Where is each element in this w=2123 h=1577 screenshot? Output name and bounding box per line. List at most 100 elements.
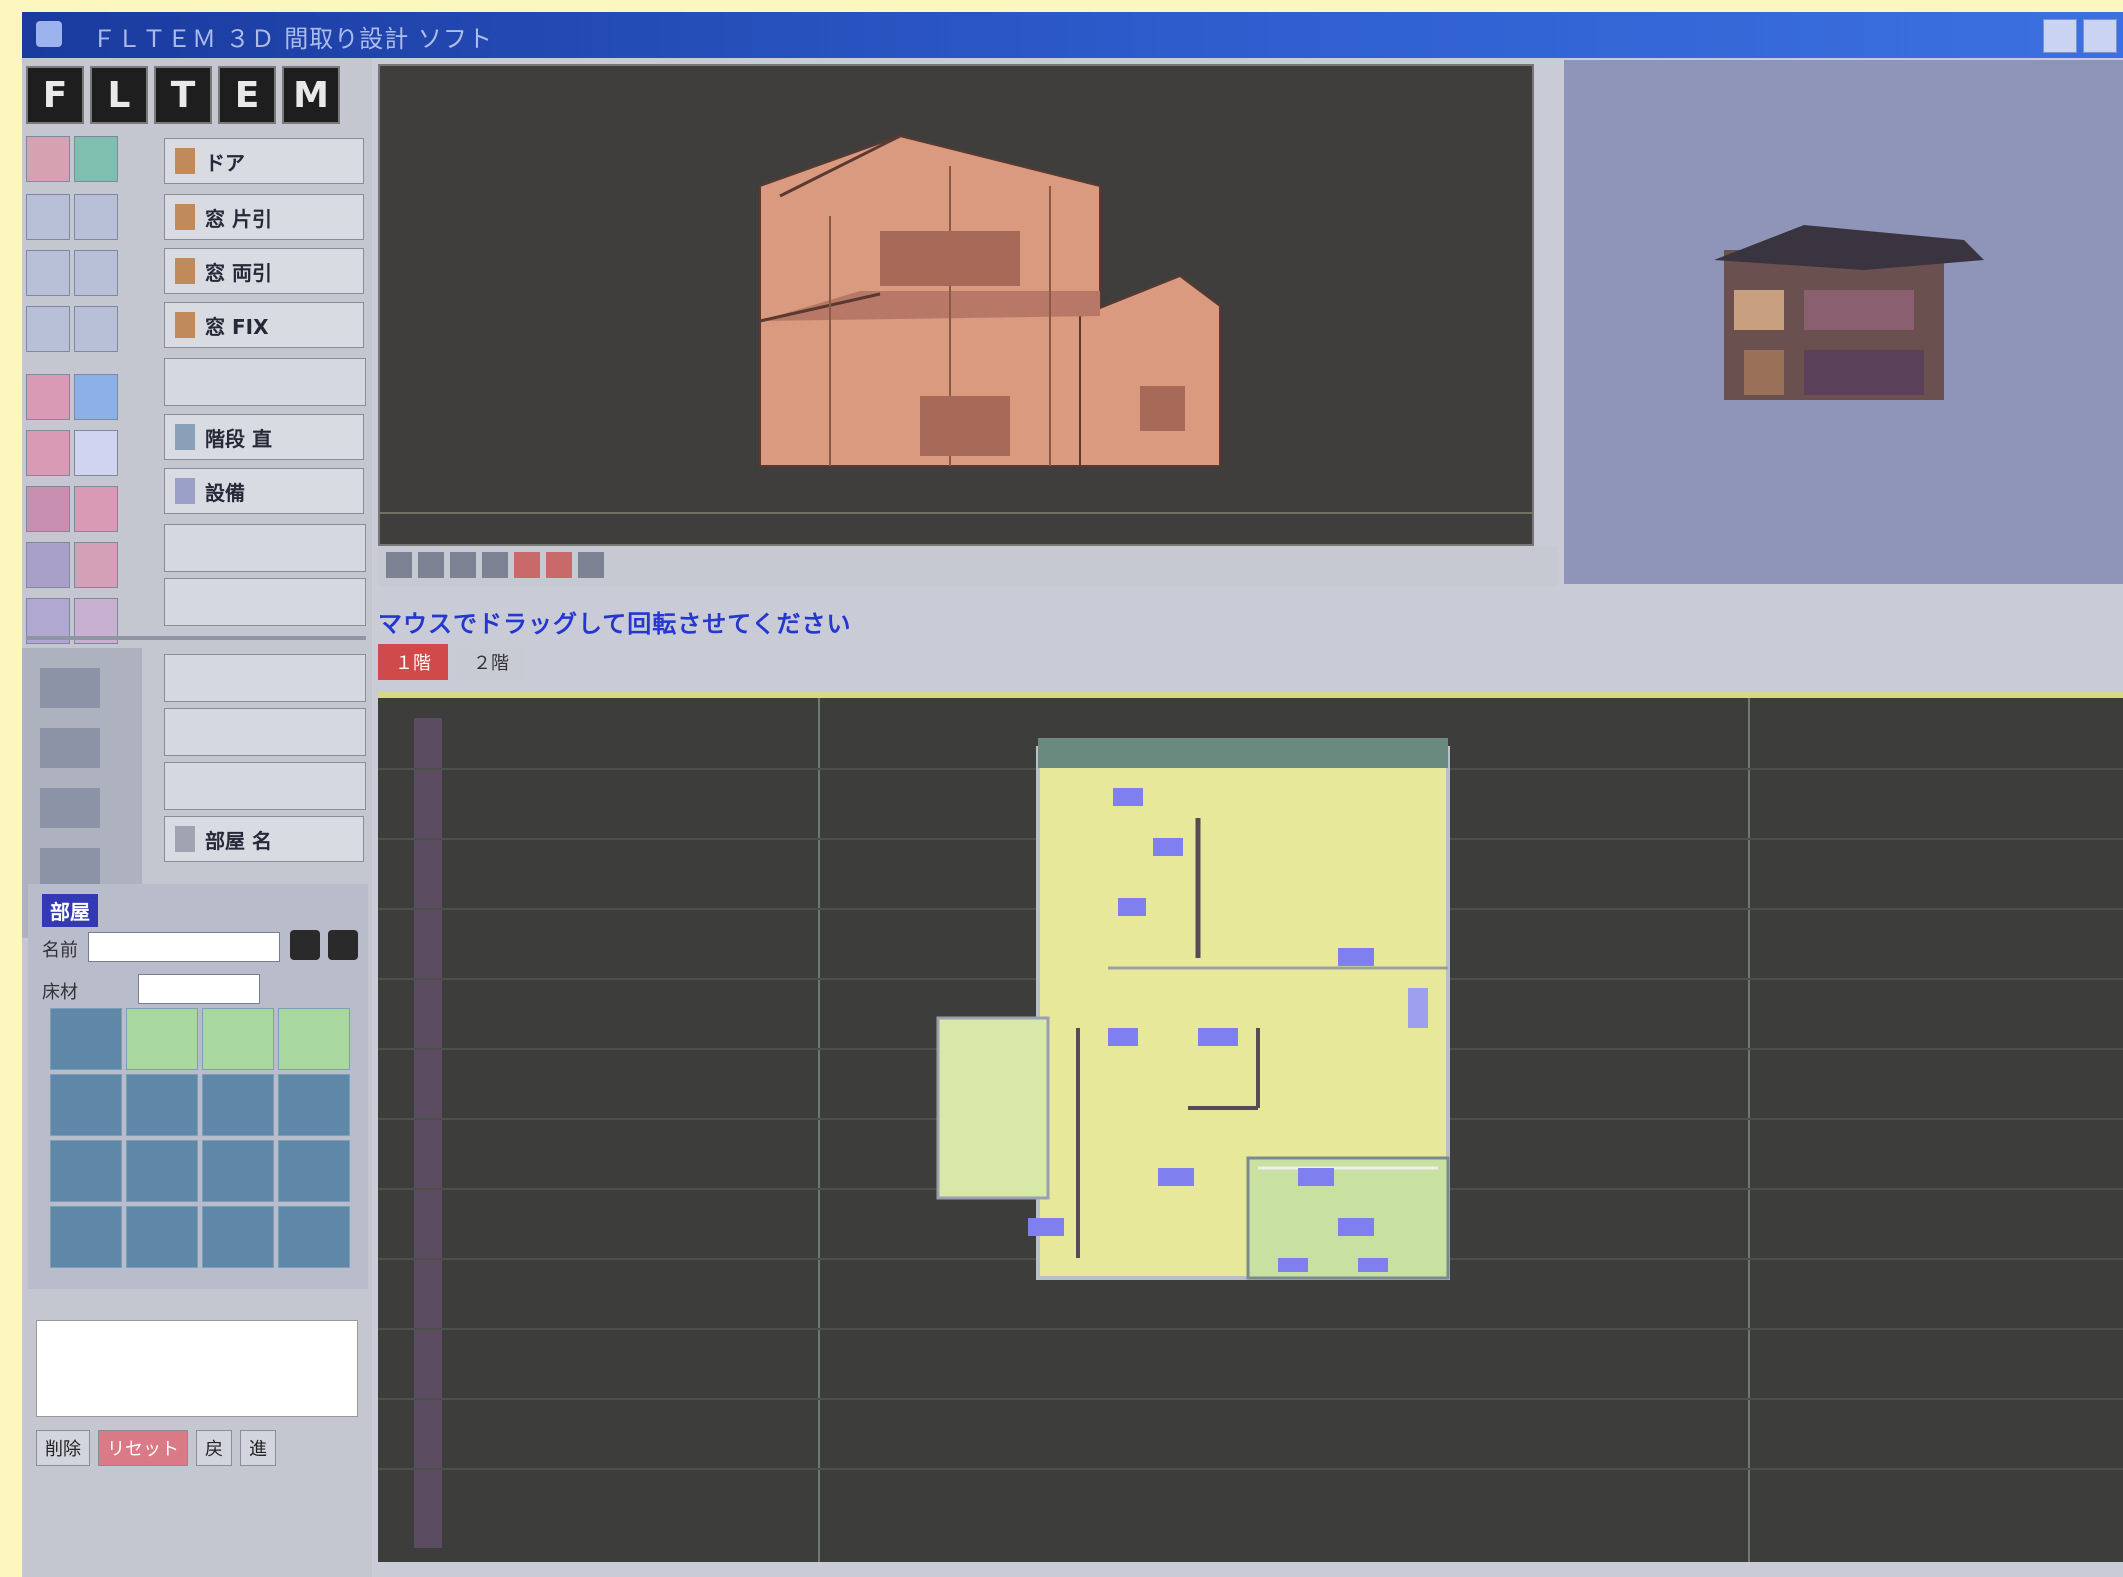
empty-tool-button[interactable] [164, 708, 366, 756]
color-swatch[interactable] [26, 250, 70, 296]
name-input[interactable] [88, 932, 280, 962]
floor-nav-item[interactable] [40, 848, 100, 888]
mode-t-button[interactable]: T [154, 66, 212, 124]
window-double-tool-button[interactable]: 窓 両引 [164, 248, 364, 294]
material-tile[interactable] [278, 1074, 350, 1136]
color-swatch[interactable] [74, 250, 118, 296]
empty-tool-button[interactable] [164, 358, 366, 406]
properties-title: 部屋 [42, 894, 98, 927]
color-swatch[interactable] [26, 430, 70, 476]
equipment-tool-button[interactable]: 設備 [164, 468, 364, 514]
room-name-tool-label: 部屋 名 [205, 828, 272, 853]
floor-tabs: １階 ２階 [378, 644, 526, 680]
undo-button[interactable]: 戻 [196, 1430, 232, 1466]
door-opening [920, 396, 1010, 456]
close-button[interactable] [2083, 19, 2117, 53]
fixture-mark [1158, 1168, 1194, 1186]
name-label: 名前 [42, 940, 78, 961]
floor-nav-item[interactable] [40, 728, 100, 768]
material-tile[interactable] [202, 1008, 274, 1070]
room-name-tool-button[interactable]: 部屋 名 [164, 816, 364, 862]
material-tile[interactable] [126, 1140, 198, 1202]
empty-tool-button[interactable] [164, 524, 366, 572]
material-tile[interactable] [202, 1206, 274, 1268]
color-swatch[interactable] [26, 542, 70, 588]
floor-plan-viewport[interactable] [378, 692, 2123, 1562]
empty-tool-button[interactable] [164, 654, 366, 702]
material-tile[interactable] [202, 1074, 274, 1136]
mode-e-button[interactable]: E [218, 66, 276, 124]
material-tile[interactable] [126, 1008, 198, 1070]
view-tool-button[interactable] [418, 552, 444, 578]
divider [26, 636, 366, 640]
fixture-mark [1278, 1258, 1308, 1272]
material-tile[interactable] [278, 1140, 350, 1202]
color-swatch[interactable] [74, 194, 118, 240]
fixture-mark [1408, 988, 1428, 1028]
color-swatch[interactable] [26, 374, 70, 420]
tab-floor-2[interactable]: ２階 [456, 644, 526, 680]
window-opening [1140, 386, 1185, 431]
color-swatch[interactable] [26, 136, 70, 182]
view-toolbar [378, 546, 1558, 586]
tool-panel: F L T E M ドア 窓 片引 窓 両引 窓 FIX 階段 直 設備 部屋 … [22, 58, 372, 1577]
floor-material-input[interactable] [138, 974, 260, 1004]
window-icon [175, 258, 195, 284]
window-sliding-tool-button[interactable]: 窓 片引 [164, 194, 364, 240]
reset-button[interactable]: リセット [98, 1430, 188, 1466]
app-window: ＦＬＴＥＭ ３Ｄ 間取り設計 ソフト F L T E M ドア 窓 片引 窓 両… [22, 12, 2123, 1577]
color-swatch[interactable] [74, 542, 118, 588]
window-fix-tool-label: 窓 FIX [205, 314, 269, 339]
material-tile[interactable] [50, 1140, 122, 1202]
color-swatch[interactable] [26, 306, 70, 352]
mode-toolbar: F L T E M [26, 66, 340, 124]
empty-tool-button[interactable] [164, 578, 366, 626]
empty-tool-button[interactable] [164, 762, 366, 810]
plan-header-bar [1038, 738, 1448, 768]
title-bar[interactable]: ＦＬＴＥＭ ３Ｄ 間取り設計 ソフト [22, 12, 2123, 58]
3d-preview[interactable] [1564, 60, 2123, 584]
app-icon[interactable] [36, 21, 62, 47]
view-tool-button[interactable] [546, 552, 572, 578]
elevation-viewport[interactable] [378, 64, 1534, 546]
material-tile[interactable] [278, 1206, 350, 1268]
material-tile[interactable] [126, 1206, 198, 1268]
view-tool-button[interactable] [386, 552, 412, 578]
room-icon [175, 826, 195, 852]
mode-f-button[interactable]: F [26, 66, 84, 124]
color-swatch[interactable] [26, 486, 70, 532]
minimize-button[interactable] [2043, 19, 2077, 53]
color-swatch[interactable] [74, 306, 118, 352]
floor-material-label: 床材 [42, 982, 78, 1003]
window-fix-tool-button[interactable]: 窓 FIX [164, 302, 364, 348]
color-swatch[interactable] [74, 136, 118, 182]
material-tile[interactable] [126, 1074, 198, 1136]
redo-button[interactable]: 進 [240, 1430, 276, 1466]
tab-floor-1[interactable]: １階 [378, 644, 448, 680]
mode-l-button[interactable]: L [90, 66, 148, 124]
material-tile[interactable] [50, 1206, 122, 1268]
stairs-tool-button[interactable]: 階段 直 [164, 414, 364, 460]
color-swatch[interactable] [74, 430, 118, 476]
material-tile[interactable] [50, 1008, 122, 1070]
color-swatch[interactable] [74, 486, 118, 532]
view-tool-button[interactable] [514, 552, 540, 578]
mode-m-button[interactable]: M [282, 66, 340, 124]
door-tool-button[interactable]: ドア [164, 138, 364, 184]
3d-model [1714, 225, 1984, 400]
delete-button[interactable]: 削除 [36, 1430, 90, 1466]
window-double-tool-label: 窓 両引 [205, 260, 272, 285]
view-tool-button[interactable] [578, 552, 604, 578]
material-tile[interactable] [202, 1140, 274, 1202]
view-tool-button[interactable] [450, 552, 476, 578]
eyedropper-icon[interactable] [328, 930, 358, 960]
material-tile[interactable] [50, 1074, 122, 1136]
floor-nav-item[interactable] [40, 788, 100, 828]
color-swatch[interactable] [74, 374, 118, 420]
pick-icon[interactable] [290, 930, 320, 960]
color-swatch[interactable] [26, 194, 70, 240]
model-window [1804, 290, 1914, 330]
material-tile[interactable] [278, 1008, 350, 1070]
view-tool-button[interactable] [482, 552, 508, 578]
floor-nav-item[interactable] [40, 668, 100, 708]
